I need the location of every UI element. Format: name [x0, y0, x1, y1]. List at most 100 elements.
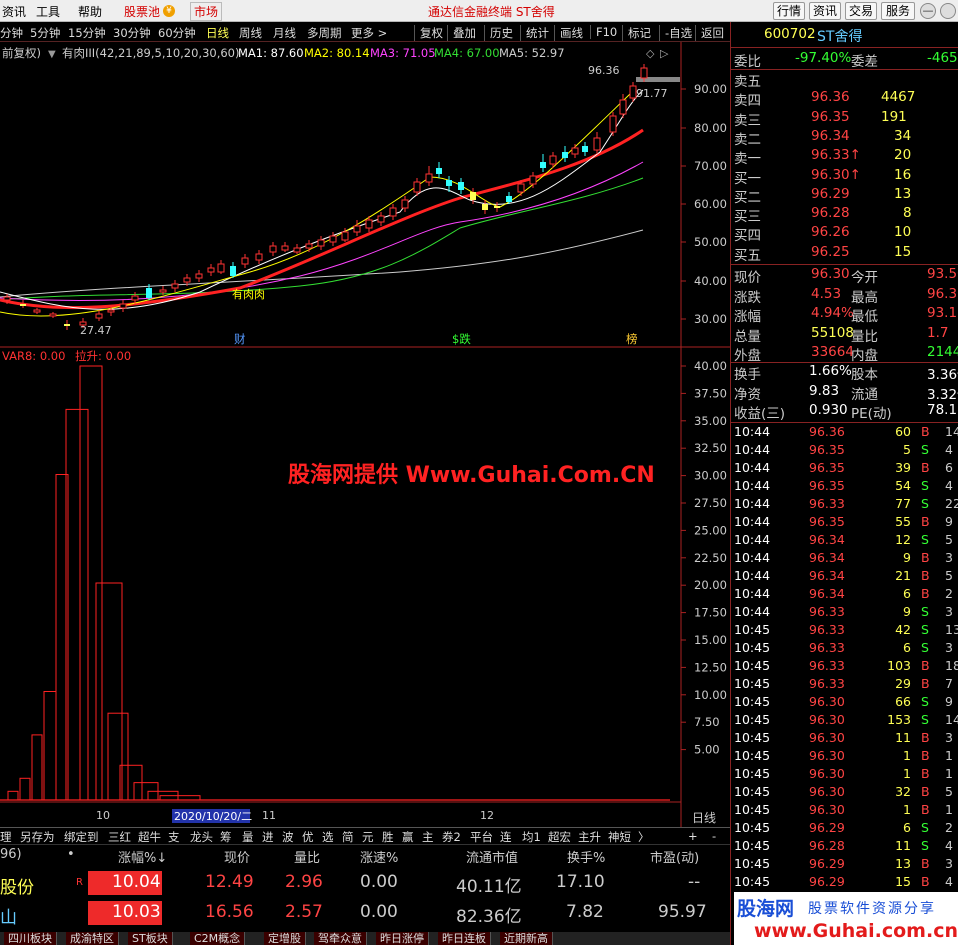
- scheme-tab[interactable]: 元: [362, 829, 374, 845]
- scheme-tab[interactable]: 龙头: [190, 829, 213, 845]
- sector-tab[interactable]: 驾牵众意: [314, 932, 367, 945]
- scheme-tab[interactable]: 主升: [578, 829, 601, 845]
- tick-row[interactable]: 10:44 96.34 6 B 2: [731, 586, 958, 604]
- dropdown-icon[interactable]: ▼: [48, 49, 56, 60]
- quote-button[interactable]: 行情: [773, 2, 805, 20]
- tick-row[interactable]: 10:44 96.34 12 S 5: [731, 532, 958, 550]
- tf-5min[interactable]: 5分钟: [30, 25, 60, 41]
- scheme-tab[interactable]: 超宏: [548, 829, 571, 845]
- bid-row[interactable]: 买二 96.29 13: [731, 186, 958, 206]
- tick-row[interactable]: 10:45 96.30 1 B 1: [731, 748, 958, 766]
- bid-row[interactable]: 买一 96.30↑ 16: [731, 167, 958, 187]
- event-drop[interactable]: $跌: [452, 332, 471, 346]
- tick-row[interactable]: 10:45 96.30 11 B 3: [731, 730, 958, 748]
- restore-icon[interactable]: [940, 3, 956, 19]
- tf-30min[interactable]: 30分钟: [113, 25, 151, 41]
- scheme-tab[interactable]: 波: [282, 829, 294, 845]
- bid-row[interactable]: 买三 96.28 8: [731, 205, 958, 225]
- sector-tab[interactable]: ST板块: [128, 932, 173, 945]
- tool-favorite[interactable]: -自选: [659, 25, 692, 41]
- tick-row[interactable]: 10:45 96.29 15 B 4: [731, 874, 958, 892]
- minimize-icon[interactable]: —: [920, 3, 936, 19]
- tick-row[interactable]: 10:45 96.28 11 S 4: [731, 838, 958, 856]
- tool-back[interactable]: 返回: [695, 25, 724, 41]
- menu-item-tools[interactable]: 工具: [36, 3, 60, 20]
- tick-row[interactable]: 10:44 96.35 55 B 9: [731, 514, 958, 532]
- tf-day[interactable]: 日线: [206, 25, 229, 41]
- sector-tab[interactable]: 近期新高: [500, 932, 553, 945]
- scheme-tab[interactable]: 优: [302, 829, 314, 845]
- tf-60min[interactable]: 60分钟: [158, 25, 196, 41]
- tick-row[interactable]: 10:45 96.30 1 B 1: [731, 802, 958, 820]
- tick-row[interactable]: 10:45 96.33 42 S 13: [731, 622, 958, 640]
- tf-week[interactable]: 周线: [239, 25, 262, 41]
- tick-row[interactable]: 10:45 96.29 6 S 2: [731, 820, 958, 838]
- tf-more[interactable]: 更多 >: [351, 25, 387, 41]
- scheme-tab[interactable]: 〉: [638, 829, 650, 845]
- tick-row[interactable]: 10:44 96.33 77 S 22: [731, 496, 958, 514]
- trade-button[interactable]: 交易: [845, 2, 877, 20]
- tick-row[interactable]: 10:44 96.34 21 B 5: [731, 568, 958, 586]
- scheme-tab[interactable]: 平台: [470, 829, 493, 845]
- tick-row[interactable]: 10:45 96.29 13 B 3: [731, 856, 958, 874]
- col-header-price[interactable]: 现价: [224, 847, 250, 866]
- scheme-tab[interactable]: 券2: [442, 829, 461, 845]
- ask-row[interactable]: 卖四 96.36 4467: [731, 89, 958, 109]
- tf-multi[interactable]: 多周期: [307, 25, 342, 41]
- ask-row[interactable]: 卖五: [731, 70, 958, 90]
- tool-adjust[interactable]: 复权: [414, 25, 443, 41]
- bid-row[interactable]: 买五 96.25 15: [731, 244, 958, 264]
- col-header-cap[interactable]: 流通市值: [466, 847, 518, 866]
- tick-row[interactable]: 10:45 96.30 153 S 14: [731, 712, 958, 730]
- sector-tab[interactable]: C2M概念: [190, 932, 246, 945]
- scheme-tab[interactable]: 主: [422, 829, 434, 845]
- scheme-tab[interactable]: 三红: [108, 829, 131, 845]
- sector-tab[interactable]: 昨日涨停: [376, 932, 429, 945]
- col-header-change[interactable]: 涨幅%↓: [118, 847, 167, 866]
- scheme-tab[interactable]: +: [688, 829, 698, 843]
- scheme-tab[interactable]: 理: [0, 829, 12, 845]
- scheme-tab[interactable]: 神短: [608, 829, 631, 845]
- menu-market[interactable]: 市场: [190, 2, 223, 21]
- sector-tab[interactable]: 四川板块: [4, 932, 57, 945]
- tick-row[interactable]: 10:44 96.35 54 S 4: [731, 478, 958, 496]
- diamond-icon[interactable]: ◇: [646, 47, 655, 60]
- tick-row[interactable]: 10:44 96.35 39 B 6: [731, 460, 958, 478]
- tf-15min[interactable]: 15分钟: [68, 25, 106, 41]
- scheme-tab[interactable]: 简: [342, 829, 354, 845]
- scheme-tab[interactable]: 另存为: [20, 829, 55, 845]
- scheme-tab[interactable]: 连: [500, 829, 512, 845]
- sector-tab[interactable]: 成渝特区: [66, 932, 119, 945]
- tf-1min[interactable]: 分钟: [0, 25, 23, 41]
- table-row[interactable]: 山 10.03 16.56 2.57 0.00 82.36亿 7.82 95.9…: [0, 899, 730, 929]
- scheme-tab[interactable]: 筹: [220, 829, 232, 845]
- tool-overlay[interactable]: 叠加: [447, 25, 476, 41]
- service-button[interactable]: 服务: [881, 2, 915, 20]
- scheme-tab[interactable]: -: [712, 829, 716, 843]
- scheme-tab[interactable]: 选: [322, 829, 334, 845]
- scheme-tab[interactable]: 均1: [522, 829, 541, 845]
- event-finance[interactable]: 财: [234, 332, 246, 346]
- tick-row[interactable]: 10:45 96.30 66 S 9: [731, 694, 958, 712]
- tick-row[interactable]: 10:44 96.35 5 S 4: [731, 442, 958, 460]
- tick-row[interactable]: 10:45 96.33 103 B 18: [731, 658, 958, 676]
- tick-row[interactable]: 10:45 96.33 6 S 3: [731, 640, 958, 658]
- tick-row[interactable]: 10:44 96.34 9 B 3: [731, 550, 958, 568]
- tick-row[interactable]: 10:44 96.33 9 S 3: [731, 604, 958, 622]
- col-header-pe[interactable]: 市盈(动): [650, 847, 699, 866]
- col-header-ratio[interactable]: 量比: [294, 847, 320, 866]
- tool-history[interactable]: 历史: [484, 25, 513, 41]
- tick-row[interactable]: 10:44 96.36 60 B 14: [731, 424, 958, 442]
- table-row[interactable]: 股份 R 10.04 12.49 2.96 0.00 40.11亿 17.10 …: [0, 869, 730, 899]
- scheme-tab[interactable]: 量: [242, 829, 254, 845]
- scheme-tab[interactable]: 胜: [382, 829, 394, 845]
- tf-month[interactable]: 月线: [273, 25, 296, 41]
- scheme-tab[interactable]: 支: [168, 829, 180, 845]
- scheme-tab[interactable]: 赢: [402, 829, 414, 845]
- scheme-tab[interactable]: 进: [262, 829, 274, 845]
- event-rank[interactable]: 榜: [626, 332, 638, 346]
- scheme-tab[interactable]: 超牛: [138, 829, 161, 845]
- menu-item-info[interactable]: 资讯: [2, 3, 26, 20]
- tick-row[interactable]: 10:45 96.30 1 B 1: [731, 766, 958, 784]
- tool-mark[interactable]: 标记: [622, 25, 651, 41]
